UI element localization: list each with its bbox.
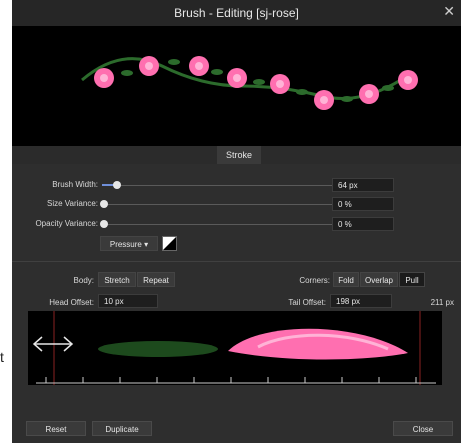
tab-stroke[interactable]: Stroke <box>217 146 261 164</box>
rose-stroke-preview <box>81 56 418 110</box>
brush-dialog: Brush - Editing [sj-rose] ✕ Stroke Brush… <box>12 0 461 443</box>
tail-offset-field[interactable]: 198 px <box>330 294 392 308</box>
corners-overlap-button[interactable]: Overlap <box>360 272 398 287</box>
corners-label: Corners: <box>299 276 330 285</box>
pressure-dropdown[interactable]: Pressure ▾ <box>100 236 158 251</box>
brush-strip-editor[interactable] <box>28 311 442 385</box>
reset-button[interactable]: Reset <box>26 421 86 436</box>
head-offset-field[interactable]: 10 px <box>98 294 158 308</box>
tail-offset-label: Tail Offset: <box>288 298 326 307</box>
background-text: t <box>0 349 4 365</box>
head-offset-label: Head Offset: <box>49 298 94 307</box>
corners-pull-button[interactable]: Pull <box>399 272 425 287</box>
brush-width-track[interactable] <box>102 185 332 186</box>
brush-width-field[interactable]: 64 px <box>332 178 394 192</box>
pressure-curve-button[interactable] <box>162 236 177 251</box>
image-width-readout: 211 px <box>430 298 454 307</box>
opacity-variance-track[interactable] <box>102 224 332 225</box>
pressure-label: Pressure <box>109 240 142 249</box>
brush-preview <box>12 26 461 146</box>
resize-handle-arrow-icon[interactable] <box>30 334 76 354</box>
opacity-variance-field[interactable]: 0 % <box>332 217 394 231</box>
body-repeat-button[interactable]: Repeat <box>137 272 175 287</box>
body-label: Body: <box>73 276 94 285</box>
close-button[interactable]: Close <box>393 421 453 436</box>
strip-graphic <box>28 311 442 385</box>
double-arrow-icon <box>32 336 74 352</box>
tab-bar: Stroke <box>12 146 461 164</box>
corners-fold-button[interactable]: Fold <box>333 272 359 287</box>
size-variance-field[interactable]: 0 % <box>332 197 394 211</box>
close-icon[interactable]: ✕ <box>443 3 455 20</box>
size-variance-slider[interactable] <box>100 200 108 208</box>
size-variance-label: Size Variance: <box>47 199 98 208</box>
chevron-down-icon: ▾ <box>144 240 149 249</box>
body-stretch-button[interactable]: Stretch <box>98 272 136 287</box>
brush-width-slider[interactable] <box>113 181 121 189</box>
opacity-variance-label: Opacity Variance: <box>35 219 98 228</box>
brush-width-label: Brush Width: <box>52 180 98 189</box>
opacity-variance-slider[interactable] <box>100 220 108 228</box>
duplicate-button[interactable]: Duplicate <box>92 421 152 436</box>
pressure-curve-icon <box>163 237 176 250</box>
section-divider <box>12 261 461 262</box>
dialog-title: Brush - Editing [sj-rose] <box>174 6 299 20</box>
title-bar[interactable]: Brush - Editing [sj-rose] ✕ <box>12 0 461 26</box>
size-variance-track[interactable] <box>102 204 332 205</box>
